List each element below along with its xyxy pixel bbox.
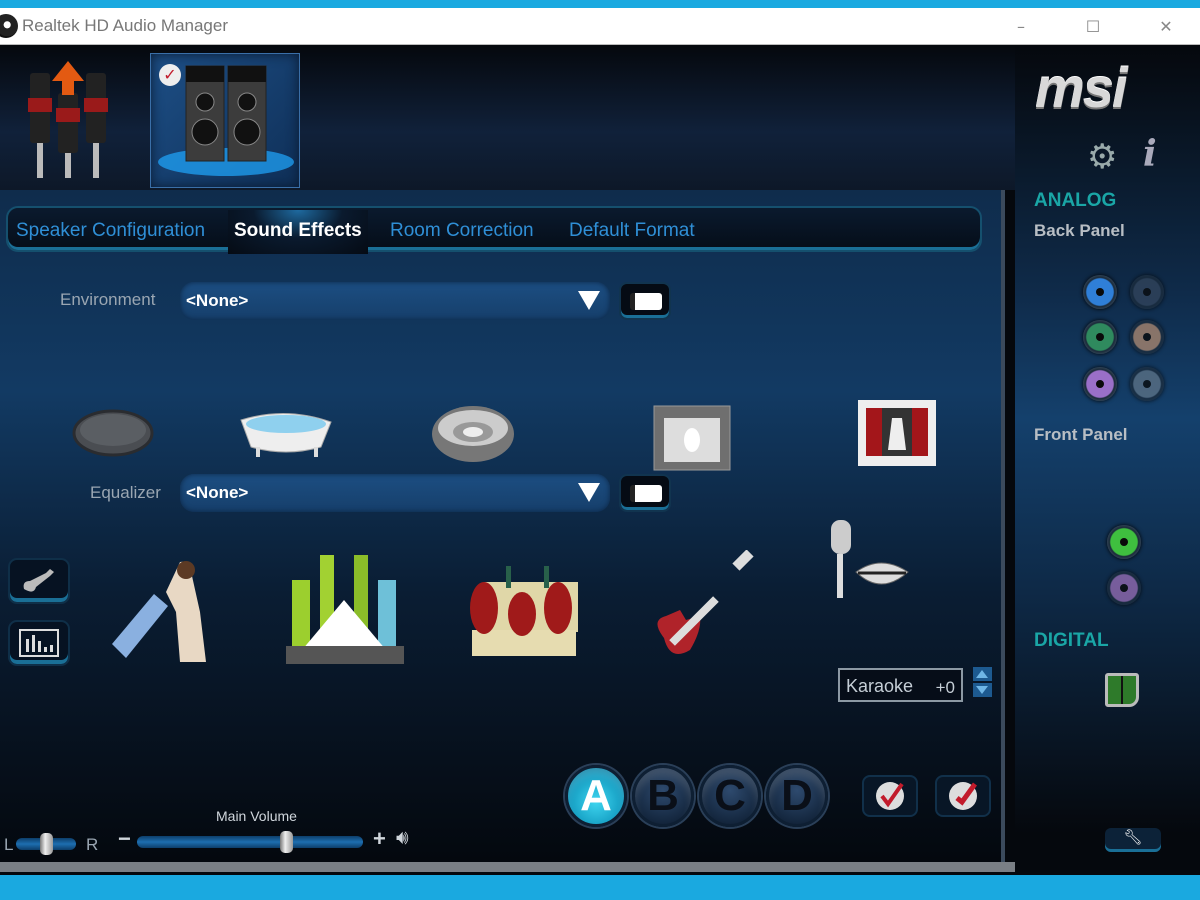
check-icon: [876, 782, 904, 810]
audio-jack-icon[interactable]: [1130, 275, 1164, 309]
club-icon: [470, 566, 580, 656]
main-panel: Speaker Configuration Sound Effects Room…: [0, 190, 1005, 862]
equalizer-toggle-button[interactable]: [619, 474, 671, 512]
balance-slider[interactable]: [16, 833, 76, 855]
device-speakers[interactable]: ✓: [150, 53, 300, 188]
tab-bar: Speaker Configuration Sound Effects Room…: [6, 206, 982, 254]
spdif-connector-icon[interactable]: [1105, 673, 1139, 707]
wrench-icon: 🔧︎: [1123, 828, 1143, 846]
audio-jack-icon[interactable]: [1130, 320, 1164, 354]
chevron-down-icon: [578, 291, 600, 310]
karaoke-decrease-button[interactable]: [973, 683, 992, 697]
bathtub-icon: [240, 413, 332, 457]
device-line-in[interactable]: [0, 53, 150, 188]
audio-jack-icon[interactable]: [1107, 525, 1141, 559]
app-body: ✓ Speaker Configuration Sound Effects Ro…: [0, 45, 1200, 875]
device-header: ✓: [0, 45, 1015, 190]
theater-icon: [858, 400, 936, 466]
minimize-button[interactable]: –: [998, 8, 1044, 45]
msi-logo: msi: [1035, 56, 1127, 119]
karaoke-increase-button[interactable]: [973, 667, 992, 681]
main-volume-slider-thumb[interactable]: [279, 831, 293, 853]
equalizer-label: Equalizer: [90, 483, 161, 502]
keyboard-singer-icon: [112, 561, 206, 662]
tab-room-correction[interactable]: Room Correction: [390, 220, 534, 242]
sewer-cover-icon: [72, 409, 154, 457]
environment-preset-stone-room[interactable]: [652, 404, 732, 478]
rca-plugs-icon: [28, 61, 108, 178]
balance-left-label: L: [4, 835, 14, 854]
equalizer-preset-live[interactable]: [282, 550, 408, 670]
close-button[interactable]: ✕: [1143, 8, 1189, 45]
equalizer-preset-karaoke[interactable]: [826, 520, 912, 614]
analog-title: ANALOG: [1034, 190, 1117, 211]
guitar-preset-button[interactable]: [8, 558, 70, 604]
apply-check-button[interactable]: [862, 775, 918, 817]
environment-label: Environment: [60, 290, 156, 309]
tab-speaker-configuration[interactable]: Speaker Configuration: [16, 220, 205, 242]
main-volume-label: Main Volume: [216, 808, 297, 824]
speaker-volume-icon[interactable]: 🔊︎: [396, 827, 409, 850]
tab-default-format[interactable]: Default Format: [569, 220, 695, 242]
profile-b-button[interactable]: B: [632, 765, 694, 827]
equalizer-value: <None>: [186, 483, 249, 502]
karaoke-field[interactable]: Karaoke +0: [838, 668, 963, 702]
maximize-button[interactable]: ☐: [1070, 8, 1116, 45]
volume-increase-button[interactable]: +: [373, 826, 386, 852]
audio-jack-icon[interactable]: [1107, 571, 1141, 605]
toggle-icon: [630, 485, 662, 502]
audio-jack-icon[interactable]: [1083, 367, 1117, 401]
equalizer-preset-club[interactable]: [466, 552, 580, 666]
front-panel-label: Front Panel: [1034, 425, 1128, 444]
audio-jack-icon[interactable]: [1130, 367, 1164, 401]
reset-check-button[interactable]: [935, 775, 991, 817]
check-reset-icon: [949, 782, 978, 810]
electric-guitar-icon: [657, 549, 754, 654]
advanced-settings-button[interactable]: 🔧︎: [1105, 828, 1161, 852]
environment-dropdown[interactable]: <None>: [180, 282, 610, 320]
balance-right-label: R: [86, 835, 99, 854]
volume-decrease-button[interactable]: −: [118, 826, 131, 852]
window-top-border: [0, 0, 1200, 8]
audio-jack-icon[interactable]: [1083, 320, 1117, 354]
chevron-down-icon: [578, 483, 600, 502]
title-bar: Realtek HD Audio Manager – ☐ ✕: [0, 8, 1200, 45]
environment-preset-arena[interactable]: [430, 404, 516, 470]
bottom-edge: [0, 862, 1015, 872]
environment-preset-sewer-pipe[interactable]: [72, 408, 154, 462]
realtek-app-icon: [0, 14, 18, 38]
microphone-lips-icon: [831, 520, 909, 598]
graphic-equalizer-button[interactable]: [8, 620, 70, 666]
profile-c-button[interactable]: C: [699, 765, 761, 827]
connector-sidebar: msi ⚙ i ANALOG Back Panel Front Panel DI…: [1015, 45, 1200, 875]
main-volume-slider[interactable]: [137, 831, 363, 853]
environment-value: <None>: [186, 291, 249, 310]
equalizer-preset-rock[interactable]: [650, 549, 756, 664]
arena-icon: [432, 406, 514, 462]
digital-title: DIGITAL: [1034, 630, 1109, 651]
info-icon[interactable]: i: [1143, 133, 1157, 175]
equalizer-dropdown[interactable]: <None>: [180, 474, 610, 512]
equalizer-preset-pop[interactable]: [110, 552, 210, 668]
environment-preset-auditorium[interactable]: [856, 400, 938, 478]
window-title: Realtek HD Audio Manager: [22, 16, 229, 35]
toggle-icon: [630, 293, 662, 310]
audio-jack-icon[interactable]: [1083, 275, 1117, 309]
tab-sound-effects[interactable]: Sound Effects: [228, 210, 368, 254]
environment-toggle-button[interactable]: [619, 282, 671, 320]
back-panel-label: Back Panel: [1034, 221, 1125, 240]
profile-a-button[interactable]: A: [565, 765, 627, 827]
equalizer-bars-icon: [19, 629, 59, 657]
guitar-icon: [23, 569, 54, 592]
gear-icon[interactable]: ⚙: [1087, 137, 1117, 177]
selected-check-icon: ✓: [159, 64, 181, 86]
taskbar-strip: [0, 875, 1200, 900]
profile-d-button[interactable]: D: [766, 765, 828, 827]
environment-preset-bathroom[interactable]: [236, 402, 336, 468]
karaoke-label: Karaoke: [846, 676, 914, 696]
balance-slider-thumb[interactable]: [39, 833, 53, 855]
karaoke-value: +0: [935, 678, 955, 697]
live-stage-icon: [286, 555, 404, 664]
stone-room-icon: [653, 405, 731, 471]
